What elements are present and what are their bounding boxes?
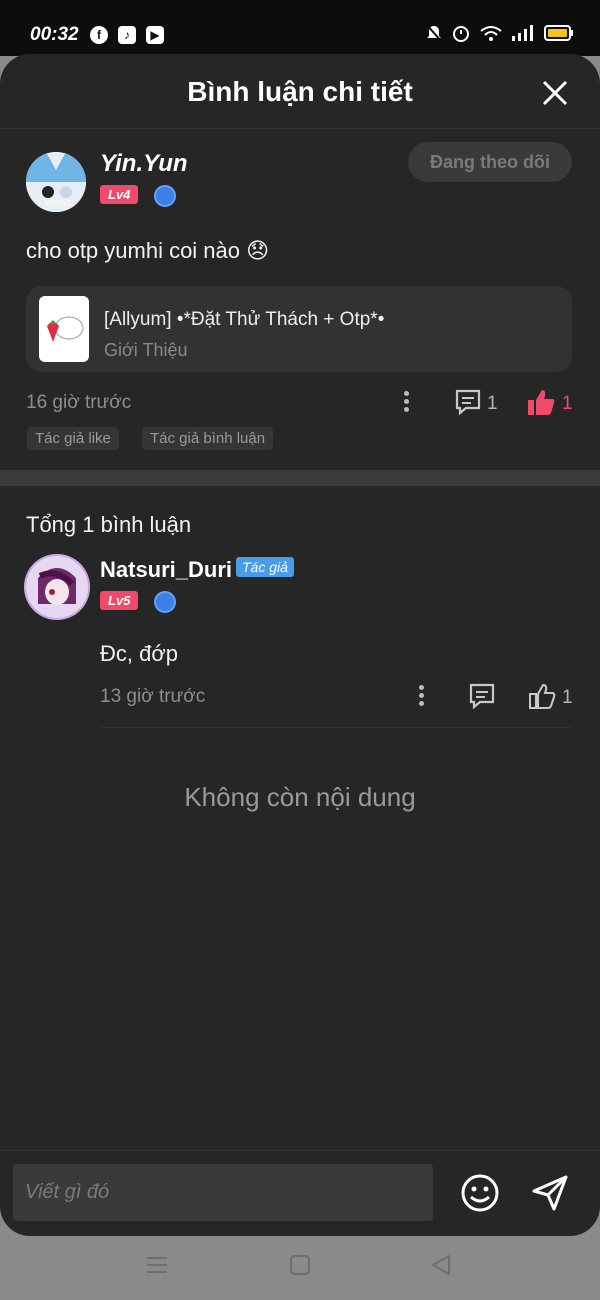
section-divider (0, 470, 600, 486)
menu-icon[interactable] (146, 1254, 168, 1276)
comment-author-name[interactable]: Natsuri_Duri (100, 557, 232, 583)
tag-author-like: Tác giả like (27, 427, 119, 450)
avatar-image (26, 152, 86, 212)
comment-input[interactable]: Viết gì đó (13, 1164, 433, 1221)
battery-icon (544, 25, 573, 41)
linked-post-card[interactable]: [Allyum] •*Đặt Thử Thách + Otp*• Giới Th… (26, 286, 572, 372)
card-thumbnail (39, 296, 89, 362)
comment-like-count: 1 (562, 687, 573, 708)
like-outline-icon[interactable] (528, 682, 556, 710)
status-bar: 00:32 f ♪ ▶ (0, 0, 600, 56)
verified-icon (154, 591, 176, 613)
status-app-icons: f ♪ ▶ (90, 26, 164, 44)
page-title: Bình luận chi tiết (187, 76, 413, 107)
verified-icon (154, 185, 176, 207)
reply-icon[interactable] (468, 682, 496, 710)
avatar-image (24, 554, 90, 620)
app-icon: ▶ (146, 26, 164, 44)
avatar[interactable] (24, 554, 90, 620)
facebook-icon: f (90, 26, 108, 44)
strawberry-cat-image (47, 316, 84, 342)
comment-detail-sheet: Bình luận chi tiết Yin.Yun Lv4 Đang theo… (0, 54, 600, 1236)
back-icon[interactable] (430, 1254, 452, 1276)
post-timestamp: 16 giờ trước (26, 392, 132, 413)
comment-content: Đc, đớp (100, 641, 179, 666)
mute-bell-icon (426, 24, 442, 42)
level-badge: Lv4 (100, 185, 139, 204)
total-comments-label: Tổng 1 bình luận (26, 512, 192, 537)
comment-composer: Viết gì đó (0, 1150, 600, 1236)
avatar[interactable] (26, 152, 86, 212)
card-subtitle: Giới Thiệu (104, 340, 188, 360)
more-options-icon[interactable] (419, 685, 425, 709)
like-filled-icon[interactable] (526, 388, 556, 416)
wifi-icon (480, 26, 502, 41)
comment-timestamp: 13 giờ trước (100, 686, 206, 707)
emoji-icon[interactable] (460, 1173, 500, 1213)
author-badge: Tác giả (236, 557, 294, 577)
card-title: [Allyum] •*Đặt Thử Thách + Otp*• (104, 309, 385, 330)
status-time: 00:32 (30, 24, 79, 45)
like-count: 1 (562, 393, 573, 414)
tiktok-icon: ♪ (118, 26, 136, 44)
post-author-name[interactable]: Yin.Yun (100, 150, 188, 178)
post-content: cho otp yumhi coi nào 😞 (26, 238, 270, 263)
system-nav-bar (0, 1236, 600, 1300)
tag-author-comment: Tác giả bình luận (142, 427, 274, 450)
home-icon[interactable] (289, 1254, 311, 1276)
status-indicators (426, 24, 574, 42)
level-badge: Lv5 (100, 591, 139, 610)
end-of-content-label: Không còn nội dung (184, 782, 416, 812)
follow-button[interactable]: Đang theo dõi (408, 142, 572, 182)
comment-divider (100, 727, 572, 728)
close-icon[interactable] (540, 78, 570, 108)
signal-icon (512, 25, 533, 41)
comment-icon[interactable] (454, 388, 482, 416)
more-options-icon[interactable] (404, 391, 410, 415)
alarm-icon (453, 26, 469, 42)
comment-count: 1 (487, 393, 498, 414)
sheet-header: Bình luận chi tiết (0, 54, 600, 129)
send-icon[interactable] (530, 1173, 570, 1213)
